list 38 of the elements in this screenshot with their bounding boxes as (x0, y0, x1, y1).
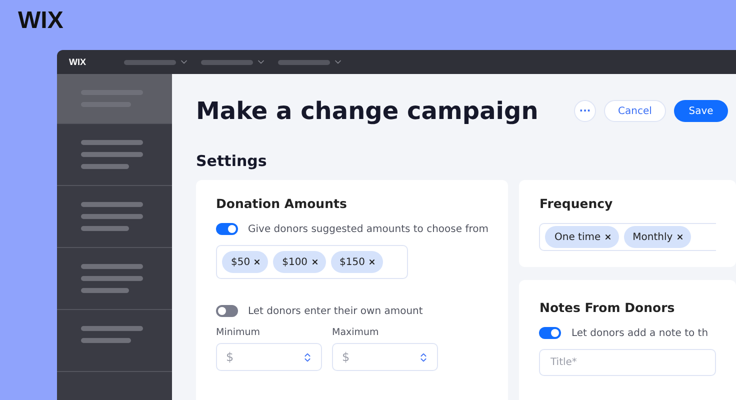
amount-tag[interactable]: $100 (273, 251, 326, 273)
wix-logo: WIX (18, 7, 64, 35)
menu-placeholder[interactable] (124, 60, 176, 64)
more-button[interactable]: ··· (574, 100, 596, 122)
field-label: Minimum (216, 327, 262, 338)
stepper-icon[interactable] (418, 352, 429, 362)
menu-placeholder[interactable] (201, 60, 253, 64)
section-title: Settings (196, 152, 268, 170)
toggle-switch[interactable] (216, 223, 238, 235)
currency-prefix: $ (342, 350, 350, 364)
close-icon[interactable] (676, 233, 684, 241)
field-label: Maximum (332, 327, 380, 338)
menu-placeholder[interactable] (278, 60, 330, 64)
close-icon[interactable] (253, 258, 262, 266)
currency-prefix: $ (226, 350, 234, 364)
toggle-label: Let donors add a note to th (571, 328, 708, 338)
close-icon[interactable] (604, 233, 612, 241)
title-field[interactable]: Title* (539, 349, 716, 376)
amounts-field[interactable]: $50 $100 $150 (216, 245, 408, 279)
save-button[interactable]: Save (674, 100, 728, 122)
frequency-field[interactable]: One time Monthly (539, 223, 716, 251)
toggle-switch[interactable] (539, 327, 562, 339)
frequency-tag[interactable]: Monthly (624, 226, 691, 248)
card-title: Frequency (539, 196, 614, 211)
card-title: Donation Amounts (216, 196, 348, 211)
page-title: Make a change campaign (196, 97, 540, 125)
amount-tag[interactable]: $50 (222, 251, 268, 273)
close-icon[interactable] (310, 258, 319, 266)
card-title: Notes From Donors (539, 300, 676, 315)
toggle-switch[interactable] (216, 305, 238, 317)
app-logo: WIX (69, 57, 86, 67)
toggle-label: Give donors suggested amounts to choose from (248, 224, 488, 234)
toggle-label: Let donors enter their own amount (248, 306, 423, 316)
close-icon[interactable] (368, 258, 376, 266)
frequency-tag[interactable]: One time (545, 226, 619, 248)
stepper-icon[interactable] (302, 352, 313, 362)
amount-tag[interactable]: $150 (330, 251, 383, 273)
cancel-button[interactable]: Cancel (604, 100, 666, 122)
